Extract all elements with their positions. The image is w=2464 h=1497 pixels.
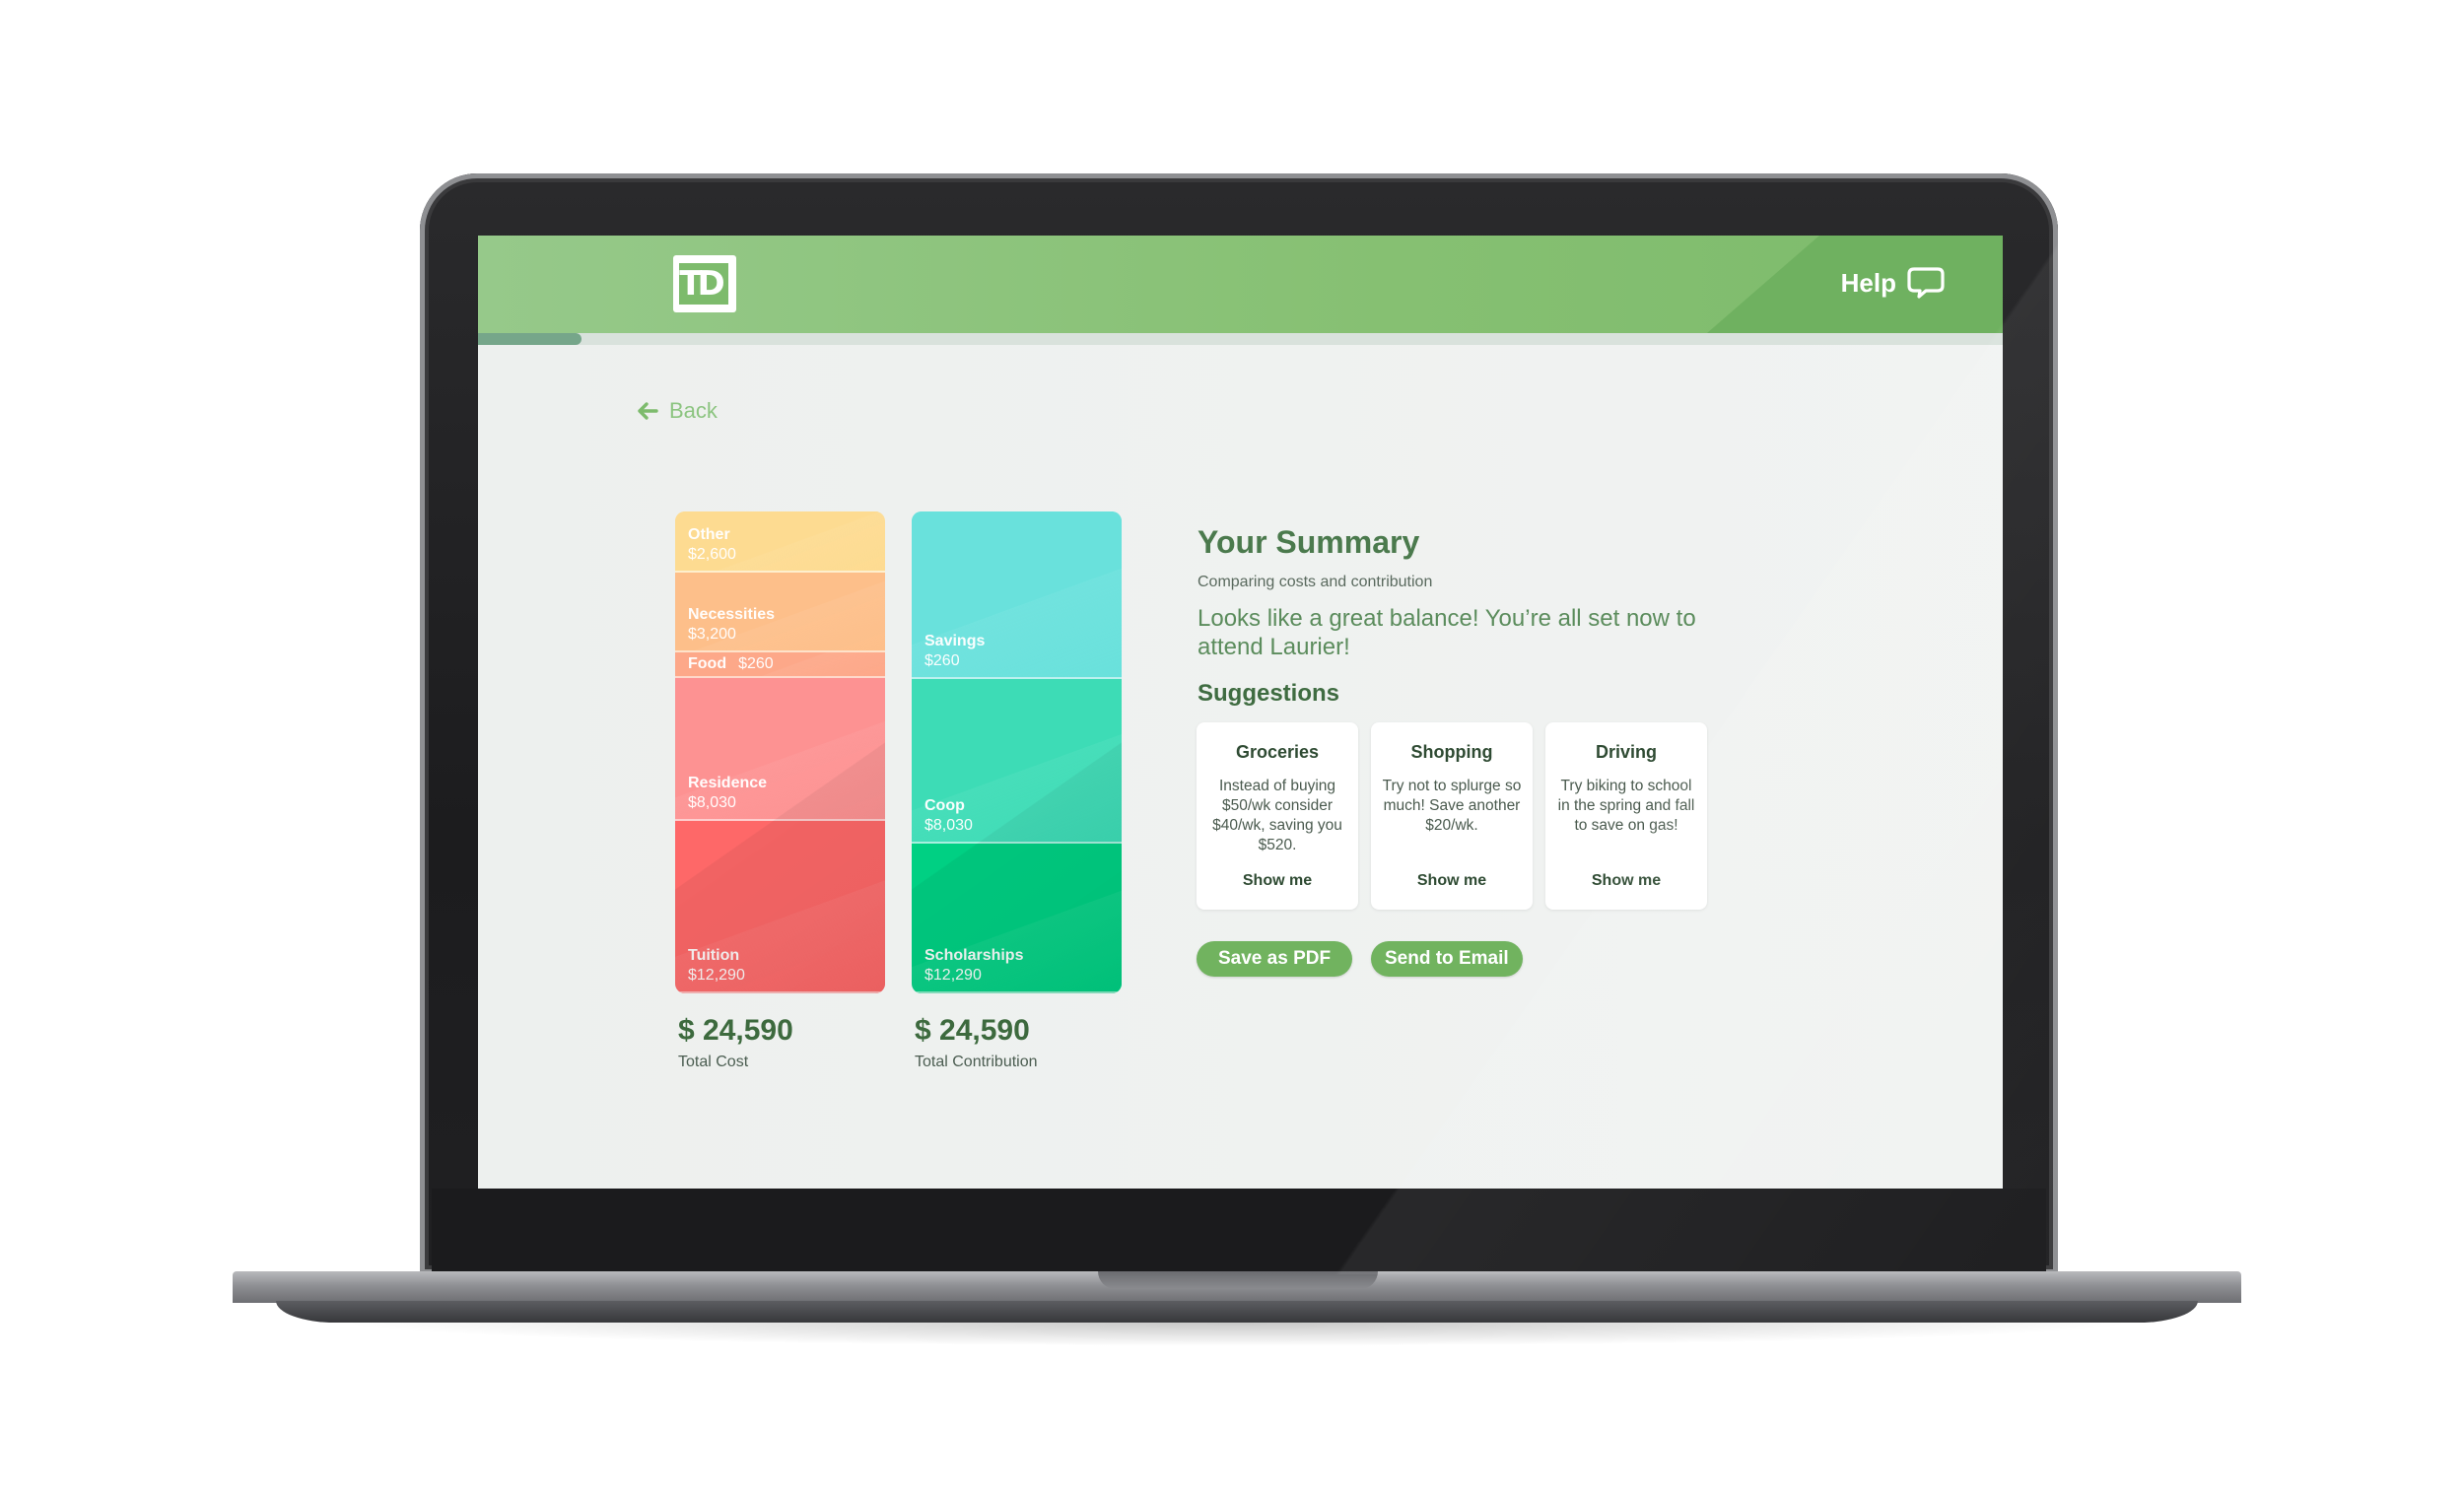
- card-text: Try biking to school in the spring and f…: [1557, 778, 1695, 834]
- app-header: TD Help: [478, 236, 2003, 333]
- segment-label: Savings $260: [924, 632, 985, 671]
- card-title: Driving: [1595, 742, 1657, 762]
- segment-amount: $12,290: [688, 967, 745, 984]
- total-cost-label: Total Cost: [678, 1054, 749, 1070]
- laptop-shadow: [335, 1323, 2139, 1346]
- segment-amount: $8,030: [688, 794, 736, 811]
- card-text: Try not to splurge so much! Save another…: [1382, 778, 1522, 834]
- laptop-notch: [1098, 1271, 1378, 1289]
- segment-amount: $2,600: [688, 546, 736, 563]
- arrow-left-icon: [638, 402, 658, 420]
- segment-label: Other $2,600: [688, 525, 736, 565]
- segment-name: Savings: [924, 633, 986, 649]
- suggestion-card-groceries: Groceries Instead of buying $50/wk consi…: [1197, 722, 1358, 910]
- send-email-button[interactable]: Send to Email: [1371, 941, 1523, 977]
- bar-segment-food: Food $260: [675, 652, 885, 678]
- card-title: Shopping: [1410, 742, 1493, 762]
- app-screen: TD Help Back Other $2,600 Necessities $3,20…: [478, 236, 2003, 1189]
- segment-label: Coop $8,030: [924, 796, 973, 836]
- bar-segment-savings: Savings $260: [912, 511, 1122, 679]
- summary-message: Looks like a great balance! You’re all s…: [1198, 605, 1696, 660]
- segment-label: Scholarships $12,290: [924, 946, 1023, 986]
- show-me-link[interactable]: Show me: [1545, 872, 1707, 890]
- segment-name: Tuition: [688, 947, 740, 964]
- segment-amount: $260: [924, 652, 960, 669]
- segment-name: Food: [688, 655, 727, 672]
- save-pdf-button[interactable]: Save as PDF: [1197, 941, 1353, 977]
- segment-name: Other: [688, 526, 730, 543]
- segment-amount: $260: [738, 655, 774, 672]
- help-label: Help: [1840, 267, 1896, 298]
- segment-label: Food $260: [688, 654, 774, 674]
- help-button[interactable]: Help: [1841, 263, 1946, 303]
- segment-name: Scholarships: [924, 947, 1024, 964]
- cost-stacked-bar: Other $2,600 Necessities $3,200 Food $260 Resi…: [675, 511, 885, 993]
- suggestions-title: Suggestions: [1198, 680, 1340, 707]
- total-contribution-amount: $ 24,590: [915, 1014, 1030, 1047]
- bar-segment-other: Other $2,600: [675, 511, 885, 573]
- back-button[interactable]: Back: [636, 398, 718, 424]
- total-cost-amount: $ 24,590: [678, 1014, 793, 1047]
- bar-segment-scholarships: Scholarships $12,290: [912, 844, 1122, 993]
- progress-bar: [478, 333, 2003, 345]
- logo-text: TD: [679, 264, 724, 304]
- summary-title: Your Summary: [1198, 524, 1420, 560]
- segment-name: Necessities: [688, 606, 776, 623]
- suggestion-card-shopping: Shopping Try not to splurge so much! Sav…: [1371, 722, 1533, 910]
- laptop-bezel-chin: [432, 1189, 2046, 1274]
- laptop-base-edge: [276, 1301, 2198, 1323]
- contribution-stacked-bar: Savings $260 Coop $8,030 Scholarships $12,290: [912, 511, 1122, 993]
- bar-segment-coop: Coop $8,030: [912, 679, 1122, 844]
- summary-subtitle: Comparing costs and contribution: [1198, 574, 1433, 590]
- show-me-link[interactable]: Show me: [1371, 872, 1533, 890]
- td-logo[interactable]: TD: [673, 255, 736, 312]
- bar-segment-tuition: Tuition $12,290: [675, 821, 885, 993]
- card-text: Instead of buying $50/wk consider $40/wk…: [1212, 778, 1342, 853]
- segment-label: Necessities $3,200: [688, 605, 775, 645]
- segment-label: Residence $8,030: [688, 774, 767, 813]
- show-me-link[interactable]: Show me: [1197, 872, 1358, 890]
- suggestion-card-driving: Driving Try biking to school in the spri…: [1545, 722, 1707, 910]
- total-contribution-label: Total Contribution: [915, 1054, 1038, 1070]
- chat-bubble-icon: [1907, 267, 1945, 299]
- card-title: Groceries: [1235, 742, 1320, 762]
- segment-name: Coop: [924, 797, 965, 814]
- bar-segment-residence: Residence $8,030: [675, 678, 885, 821]
- bar-segment-necessities: Necessities $3,200: [675, 573, 885, 652]
- segment-amount: $12,290: [924, 967, 982, 984]
- segment-amount: $3,200: [688, 626, 736, 643]
- segment-label: Tuition $12,290: [688, 946, 745, 986]
- segment-amount: $8,030: [924, 817, 973, 834]
- progress-fill: [478, 333, 582, 345]
- back-label: Back: [669, 398, 718, 423]
- segment-name: Residence: [688, 775, 768, 791]
